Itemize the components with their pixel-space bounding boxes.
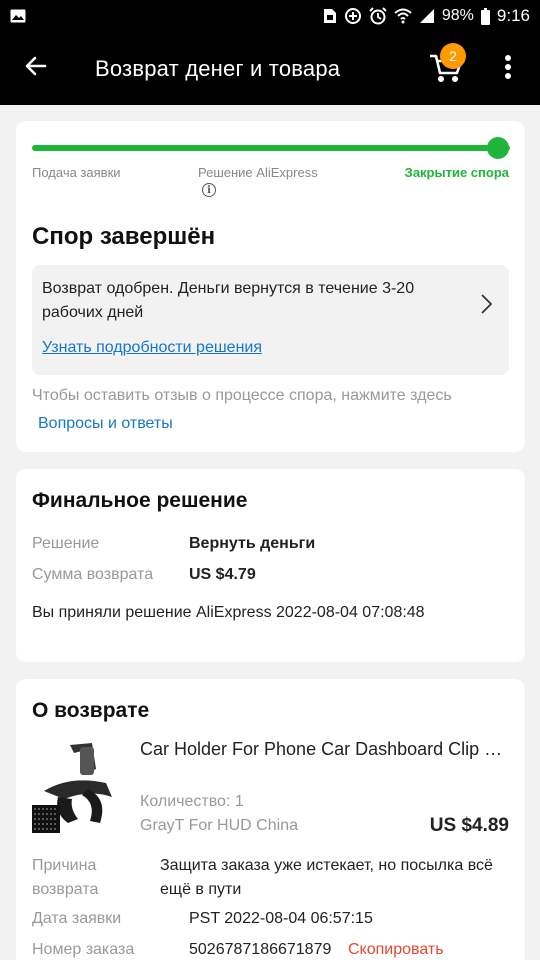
product-name[interactable]: Car Holder For Phone Car Dashboard Clip … [140,739,508,760]
qa-link[interactable]: Вопросы и ответы [38,415,173,433]
request-date-value: PST 2022-08-04 06:57:15 [189,910,373,927]
image-icon [10,9,26,23]
battery-percent: 98% [441,7,474,24]
store-name: GrayT For HUD China [140,817,298,834]
decision-label: Решение [32,535,100,552]
more-button[interactable] [494,52,522,86]
refund-amount-label: Сумма возврата [32,566,154,583]
decision-value: Вернуть деньги [189,535,316,552]
about-return-title: О возврате [32,699,150,722]
reason-label: Причина возврата [32,857,99,898]
page-title: Возврат денег и товара [95,55,341,81]
request-date-label: Дата заявки [32,910,122,927]
notice-text: Возврат одобрен. Деньги вернутся в течен… [42,280,415,321]
back-arrow-icon [24,54,48,83]
accepted-decision-text: Вы приняли решение AliExpress 2022-08-04… [32,604,425,621]
app-bar: Возврат денег и товара 2 [0,32,540,105]
about-return-card: О возврате Car Holder For Phone Car Dash… [16,679,525,960]
dispute-progress-bar [32,145,510,151]
data-saver-icon [344,7,362,25]
status-bar: 98% 9:16 [0,0,540,32]
more-vert-icon [504,54,512,85]
refund-amount-value: US $4.79 [189,566,256,583]
dispute-status-card: Подача заявки Решение AliExpress i Закры… [16,121,525,452]
alarm-icon [369,7,387,25]
dispute-title: Спор завершён [32,223,216,250]
reason-value: Защита заказа уже истекает, но посылка в… [160,857,493,898]
cart-icon [428,54,464,90]
step-submitted: Подача заявки [32,165,121,180]
copy-button[interactable]: Скопировать [348,941,444,959]
order-number-label: Номер заказа [32,941,135,958]
final-decision-card: Финальное решение Решение Вернуть деньги… [16,469,525,662]
progress-knob [487,137,509,159]
info-icon[interactable]: i [202,183,216,197]
signal-icon [419,8,435,24]
product-price: US $4.89 [429,815,509,836]
back-button[interactable] [0,32,72,105]
wifi-icon [394,8,412,24]
chevron-right-icon [479,293,495,315]
feedback-hint[interactable]: Чтобы оставить отзыв о процессе спора, н… [32,387,452,405]
cart-badge: 2 [440,43,466,69]
battery-icon [480,7,490,25]
refund-notice[interactable]: Возврат одобрен. Деньги вернутся в течен… [32,265,509,375]
step-decision: Решение AliExpress [198,165,318,180]
final-decision-title: Финальное решение [32,489,248,512]
step-closed: Закрытие спора [404,165,509,180]
product-image[interactable] [30,739,116,837]
clock: 9:16 [496,6,530,25]
order-number-value: 5026787186671879 [189,941,332,958]
product-quantity: Количество: 1 [140,793,244,810]
sim-icon [323,8,337,24]
decision-details-link[interactable]: Узнать подробности решения [42,339,262,357]
